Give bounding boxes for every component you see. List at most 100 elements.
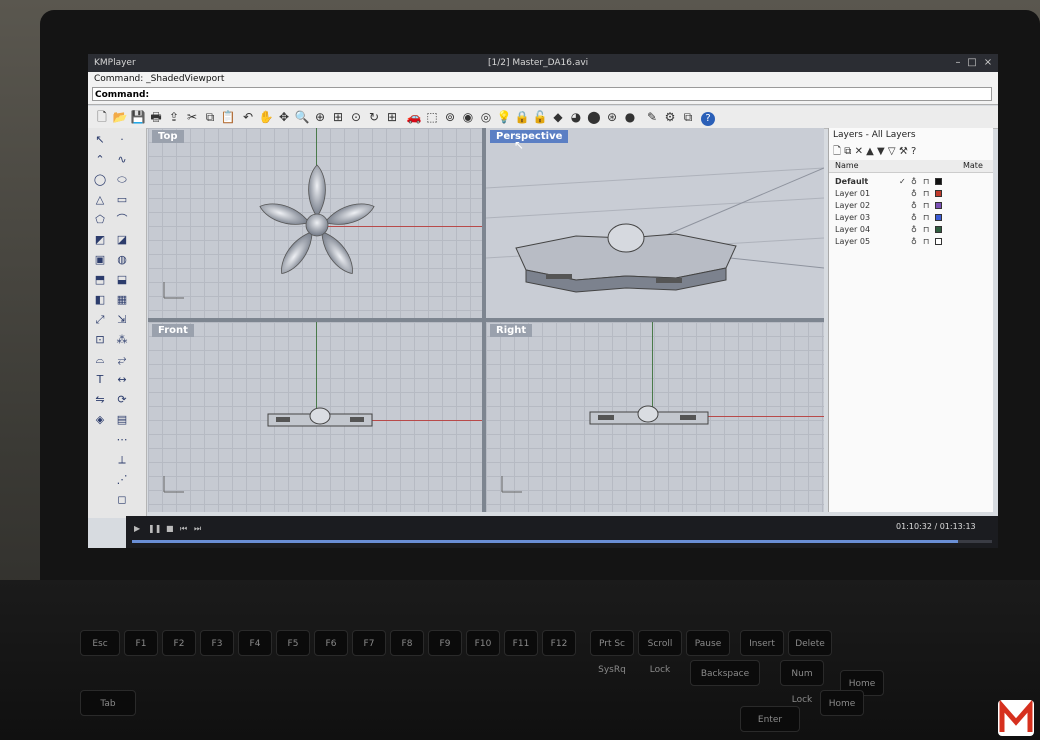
mesh-icon[interactable]: ▦ [114, 292, 130, 308]
rectangle-icon[interactable]: ▭ [114, 192, 130, 208]
layer-row[interactable]: Layer 01 ♁ ⊓ [833, 188, 989, 199]
layer-row[interactable]: Layer 05 ♁ ⊓ [833, 236, 989, 247]
pan-hand-icon[interactable]: ✋ [258, 109, 274, 125]
move-icon[interactable]: ✥ [276, 109, 292, 125]
point-tool-icon[interactable]: · [114, 132, 130, 148]
layer-lock-icon[interactable]: ⊓ [923, 200, 929, 211]
layer-color-swatch[interactable] [935, 214, 942, 221]
curve-icon[interactable]: ∿ [114, 152, 130, 168]
arc-icon[interactable]: ⌓ [92, 352, 108, 368]
analyze-icon[interactable]: ◈ [92, 412, 108, 428]
gear-icon[interactable]: ⚙ [662, 109, 678, 125]
lines-icon[interactable]: ⋰ [114, 472, 130, 488]
layer-row[interactable]: Layer 03 ♁ ⊓ [833, 212, 989, 223]
play-icon[interactable]: ▶ [134, 524, 140, 533]
layers-col-material[interactable]: Mate [963, 160, 983, 172]
layer-name[interactable]: Layer 04 [835, 224, 870, 235]
extrude-icon[interactable]: ⬓ [114, 272, 130, 288]
surface-icon[interactable]: ◩ [92, 232, 108, 248]
flower-model-right[interactable] [588, 404, 712, 430]
snap-icon[interactable]: ⋯ [114, 432, 130, 448]
point-icon[interactable]: ⊚ [442, 109, 458, 125]
mirror-icon[interactable]: ⇋ [92, 392, 108, 408]
car-icon[interactable]: 🚗 [406, 109, 422, 125]
viewport-right-label[interactable]: Right [490, 324, 533, 337]
ellipse-icon[interactable]: ⬭ [114, 172, 130, 188]
render-tool-icon[interactable]: ▤ [114, 412, 130, 428]
cut-icon[interactable]: ✂ [184, 109, 200, 125]
maximize-icon[interactable]: □ [966, 57, 978, 69]
layer-row[interactable]: Default ✓ ♁ ⊓ [833, 176, 989, 187]
viewport-top[interactable]: Top [148, 128, 482, 318]
fillet-icon[interactable]: ⌒ [114, 212, 130, 228]
pen-icon[interactable]: ✎ [644, 109, 660, 125]
text-tool-icon[interactable]: T [92, 372, 108, 388]
frame-icon[interactable]: ◻ [114, 492, 130, 508]
unlock-icon[interactable]: 🔓 [532, 109, 548, 125]
visibility-bulb-icon[interactable]: ♁ [911, 224, 917, 235]
export-icon[interactable]: ⇪ [166, 109, 182, 125]
sphere-icon[interactable]: ◍ [114, 252, 130, 268]
layer-color-swatch[interactable] [935, 190, 942, 197]
triangle-icon[interactable]: △ [92, 192, 108, 208]
boolean-icon[interactable]: ◧ [92, 292, 108, 308]
zoom-selected-icon[interactable]: ⊙ [348, 109, 364, 125]
prev-icon[interactable]: ⏮ [180, 524, 187, 534]
visibility-bulb-icon[interactable]: ♁ [911, 200, 917, 211]
layer-name[interactable]: Layer 01 [835, 188, 870, 199]
select-arrow-icon[interactable]: ↖ [92, 132, 108, 148]
wire-sphere-icon[interactable]: ⊛ [604, 109, 620, 125]
loft-icon[interactable]: ◪ [114, 232, 130, 248]
array-icon[interactable]: ⁂ [114, 332, 130, 348]
open-folder-icon[interactable]: 📂 [112, 109, 128, 125]
rotate-view-icon[interactable]: ↻ [366, 109, 382, 125]
pause-icon[interactable]: ❚❚ [148, 524, 161, 533]
layer-color-swatch[interactable] [935, 202, 942, 209]
zoom-icon[interactable]: 🔍 [294, 109, 310, 125]
show-icon[interactable]: ◎ [478, 109, 494, 125]
visibility-bulb-icon[interactable]: ♁ [911, 188, 917, 199]
zoom-extents-icon[interactable]: ⊞ [330, 109, 346, 125]
viewport-perspective[interactable]: Perspective ↖ [486, 128, 824, 318]
circle-icon[interactable]: ◯ [92, 172, 108, 188]
lock-icon[interactable]: 🔒 [514, 109, 530, 125]
polyline-icon[interactable]: ⌃ [92, 152, 108, 168]
hide-icon[interactable]: ◉ [460, 109, 476, 125]
layers-col-name[interactable]: Name [835, 160, 859, 172]
close-icon[interactable]: × [982, 57, 994, 69]
layer-color-swatch[interactable] [935, 226, 942, 233]
shaded-sphere-icon[interactable]: ● [622, 109, 638, 125]
cylinder-icon[interactable]: ⬒ [92, 272, 108, 288]
viewport-right[interactable]: Right [486, 322, 824, 512]
scale-icon[interactable]: ⇲ [114, 312, 130, 328]
rotate-icon[interactable]: ⟳ [114, 392, 130, 408]
render-icon[interactable]: ⬤ [586, 109, 602, 125]
tools-icon[interactable]: ⚒ [899, 146, 908, 157]
next-icon[interactable]: ⏭ [194, 524, 201, 534]
flower-model-perspective[interactable] [506, 218, 746, 298]
layer-lock-icon[interactable]: ⊓ [923, 212, 929, 223]
paste-icon[interactable]: 📋 [220, 109, 236, 125]
help-icon[interactable]: ? [700, 109, 716, 126]
copy-icon[interactable]: ⧉ [202, 109, 218, 125]
layer-color-swatch[interactable] [935, 178, 942, 185]
visibility-bulb-icon[interactable]: ♁ [911, 212, 917, 223]
layer-lock-icon[interactable]: ⊓ [923, 224, 929, 235]
viewport-front[interactable]: Front [148, 322, 482, 512]
minimize-icon[interactable]: – [952, 57, 964, 69]
print-icon[interactable]: 🖶 [148, 109, 164, 125]
viewport-front-label[interactable]: Front [152, 324, 194, 337]
stop-icon[interactable]: ■ [166, 524, 174, 533]
material-icon[interactable]: ◆ [550, 109, 566, 125]
layer-color-swatch[interactable] [935, 238, 942, 245]
transform-icon[interactable]: ⤢ [92, 312, 108, 328]
layer-help-icon[interactable]: ? [911, 146, 916, 157]
visibility-bulb-icon[interactable]: ♁ [911, 176, 917, 187]
visibility-bulb-icon[interactable]: ♁ [911, 236, 917, 247]
layer-row[interactable]: Layer 02 ♁ ⊓ [833, 200, 989, 211]
color-wheel-icon[interactable]: ◕ [568, 109, 584, 125]
save-icon[interactable]: 💾 [130, 109, 146, 125]
layer-lock-icon[interactable]: ⊓ [923, 188, 929, 199]
delete-layer-icon[interactable]: ✕ [855, 146, 863, 157]
select-icon[interactable]: ⬚ [424, 109, 440, 125]
